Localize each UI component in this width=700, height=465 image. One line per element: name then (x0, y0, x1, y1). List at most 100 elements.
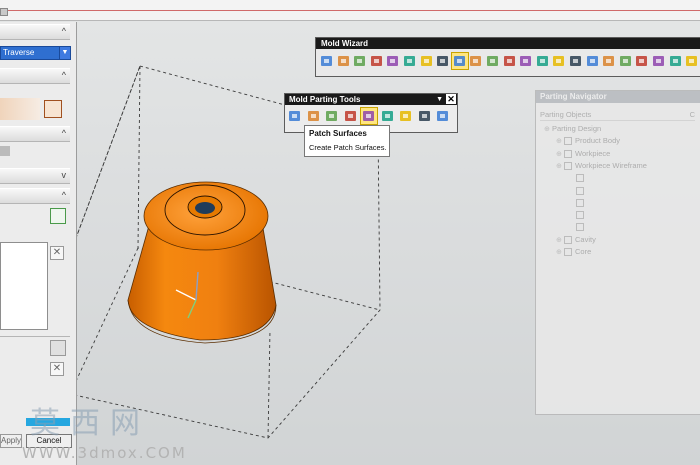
dropdown-arrow-icon[interactable]: ▼ (59, 46, 71, 60)
type-filter-dropdown[interactable]: Traverse (0, 46, 62, 60)
chevron-up-icon[interactable]: ^ (62, 70, 66, 80)
chevron-down-icon[interactable]: v (62, 170, 67, 180)
parting-navigator: Parting Navigator Parting Objects C ⊕ Par… (535, 90, 700, 415)
expand-icon[interactable]: ⊕ (556, 137, 562, 145)
expand-icon[interactable]: ⊕ (556, 150, 562, 158)
dialog-group-header[interactable]: v (0, 168, 70, 184)
split-face-icon[interactable] (324, 108, 340, 124)
visibility-checkbox[interactable] (576, 174, 584, 183)
standard-parts-icon[interactable] (450, 52, 469, 70)
visibility-checkbox[interactable] (576, 198, 584, 207)
dialog-group-header[interactable]: ^ (0, 24, 70, 40)
list-icon[interactable] (50, 208, 66, 224)
pocket-icon[interactable] (618, 53, 634, 69)
toolbar-title: Mold Wizard (316, 38, 700, 49)
tree-node[interactable]: ⊕ Workpiece (556, 149, 610, 158)
watermark-url: WWW.3dmox.COM (22, 444, 187, 462)
tree-node-label: Cavity (575, 234, 596, 244)
dialog-group-header[interactable]: ^ (0, 68, 70, 84)
select-body-icon[interactable] (44, 100, 62, 118)
csys-icon[interactable] (352, 53, 368, 69)
expand-icon[interactable]: ⊕ (544, 125, 550, 133)
project-init-icon[interactable] (319, 53, 335, 69)
workpiece-icon[interactable] (385, 53, 401, 69)
product-body[interactable] (127, 181, 277, 344)
tree-node[interactable]: ⊕ Cavity (556, 235, 596, 244)
region-analysis-icon[interactable] (287, 108, 303, 124)
toolbar-title-text: Mold Parting Tools (289, 95, 361, 104)
define-region-icon[interactable] (343, 108, 359, 124)
visibility-checkbox[interactable] (564, 248, 572, 257)
divider (0, 336, 70, 337)
drawing-icon[interactable] (651, 53, 667, 69)
delete-icon[interactable]: ✕ (50, 362, 64, 376)
parting-surface-icon[interactable] (380, 108, 396, 124)
selection-list[interactable] (0, 242, 48, 330)
chevron-up-icon[interactable]: ^ (62, 128, 66, 138)
expand-icon[interactable]: ⊕ (556, 162, 562, 170)
watermark-logo: 莫西网 (30, 406, 150, 441)
cooling-icon[interactable] (568, 53, 584, 69)
runner-icon[interactable] (551, 53, 567, 69)
visibility-checkbox[interactable] (576, 211, 584, 220)
trim-icon[interactable] (601, 53, 617, 69)
visibility-checkbox[interactable] (564, 235, 572, 244)
parting-icon[interactable] (419, 53, 435, 69)
ejector-pin-icon[interactable] (468, 53, 484, 69)
tree-node[interactable] (568, 186, 587, 195)
remove-icon[interactable]: ✕ (50, 246, 64, 260)
color-preview (0, 98, 40, 120)
column-header-label: Parting Objects (540, 110, 592, 119)
tree-node-label: Parting Design (552, 124, 602, 133)
scroll-thumb-icon[interactable] (0, 146, 10, 156)
expand-icon[interactable]: ⊕ (556, 236, 562, 244)
patch-surfaces-icon[interactable] (360, 107, 378, 125)
backup-parting-icon[interactable] (435, 108, 451, 124)
bom-icon[interactable] (634, 53, 650, 69)
tree-node[interactable] (568, 198, 587, 207)
swap-model-icon[interactable] (417, 108, 433, 124)
define-cavity-core-icon[interactable] (398, 108, 414, 124)
mold-check-icon[interactable] (306, 108, 322, 124)
shrinkage-icon[interactable] (369, 53, 385, 69)
view-manager-icon[interactable] (668, 53, 684, 69)
mold-base-icon[interactable] (435, 53, 451, 69)
visibility-checkbox[interactable] (564, 161, 572, 170)
cube-icon[interactable] (50, 340, 66, 356)
layout-icon[interactable] (402, 53, 418, 69)
visibility-checkbox[interactable] (564, 149, 572, 158)
tree-node[interactable] (568, 222, 587, 232)
tree-node[interactable]: ⊕ Core (556, 247, 592, 257)
tree-node-label: Product Body (575, 136, 621, 146)
toolbar-title: Mold Parting Tools ▼ ✕ (285, 94, 457, 105)
gate-icon[interactable] (535, 53, 551, 69)
insert-icon[interactable] (518, 53, 534, 69)
slider-icon[interactable] (502, 53, 518, 69)
tree-node-label: Workpiece (575, 148, 611, 158)
delete-icon[interactable] (684, 53, 700, 69)
tree-node[interactable]: ⊕ Product Body (556, 136, 621, 146)
tree-node[interactable] (568, 173, 587, 183)
chevron-up-icon[interactable]: ^ (62, 190, 66, 200)
column-header: Parting Objects C (540, 110, 695, 121)
dialog-group-header[interactable]: ^ (0, 188, 70, 204)
chevron-up-icon[interactable]: ^ (62, 26, 66, 36)
mold-wizard-toolbar: Mold Wizard (315, 37, 700, 77)
apply-button[interactable]: Apply (0, 434, 22, 448)
tree-node[interactable]: ⊕ Parting Design (544, 124, 601, 133)
family-icon[interactable] (336, 53, 352, 69)
tree-node-label: Core (575, 247, 592, 256)
visibility-checkbox[interactable] (576, 223, 584, 232)
tree-node[interactable]: ⊕ Workpiece Wireframe (556, 161, 647, 170)
toolbar-options-icon[interactable]: ▼ (436, 94, 443, 105)
navigator-title: Parting Navigator (536, 91, 700, 103)
visibility-checkbox[interactable] (576, 186, 584, 195)
dialog-group-header[interactable]: ^ (0, 126, 70, 142)
expand-icon[interactable]: ⊕ (556, 248, 562, 256)
tooltip-title: Patch Surfaces (309, 129, 367, 138)
visibility-checkbox[interactable] (564, 137, 572, 146)
post-process-icon[interactable] (485, 53, 501, 69)
tree-node[interactable] (568, 210, 587, 220)
electrode-icon[interactable] (585, 53, 601, 69)
close-icon[interactable]: ✕ (446, 94, 456, 104)
